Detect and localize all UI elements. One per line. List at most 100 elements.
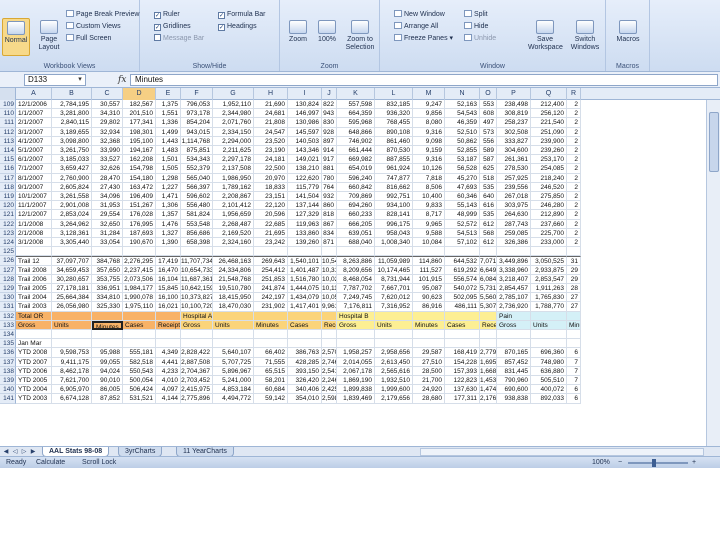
cell[interactable]: 2,297,178 (213, 155, 254, 165)
row-number[interactable]: 124 (0, 238, 16, 248)
cell[interactable]: 2,613,450 (375, 357, 413, 367)
cell[interactable]: 1,357 (156, 210, 181, 220)
cell[interactable]: 557,598 (337, 100, 375, 110)
cell[interactable]: 239,900 (531, 136, 567, 146)
cell[interactable]: 7,621,700 (52, 376, 92, 386)
cell[interactable]: 8,080 (413, 118, 445, 128)
cell[interactable]: 928 (322, 127, 337, 137)
section-total-or-label[interactable]: Total OR (16, 311, 52, 321)
cell[interactable]: 518 (480, 173, 497, 183)
cell[interactable]: 943 (322, 109, 337, 119)
row-number[interactable]: 113 (0, 136, 16, 146)
cell[interactable]: 47,693 (445, 182, 480, 192)
cell[interactable]: 259,085 (497, 228, 531, 238)
cell[interactable]: 871 (322, 238, 337, 248)
cell[interactable]: 238,498 (497, 100, 531, 110)
cell[interactable]: 52,572 (445, 219, 480, 229)
cell[interactable]: 596,602 (181, 192, 213, 202)
cell[interactable]: 10,317 (322, 265, 337, 275)
cell[interactable]: 573 (480, 127, 497, 137)
cell[interactable]: 612 (480, 238, 497, 248)
cell[interactable]: 8/1/2007 (16, 173, 52, 183)
cell[interactable] (254, 311, 288, 321)
cell[interactable] (531, 311, 567, 321)
cell[interactable]: 1,453 (480, 376, 497, 386)
cell[interactable]: 6/1/2007 (16, 155, 52, 165)
cell[interactable]: 2,570 (322, 348, 337, 358)
cell[interactable]: 8,462,178 (52, 366, 92, 376)
cell[interactable]: 182,567 (123, 100, 156, 110)
cell[interactable]: 357,650 (92, 265, 123, 275)
cell[interactable]: 55,143 (445, 201, 480, 211)
cell[interactable] (497, 247, 531, 257)
cell[interactable]: 3,338,960 (497, 265, 531, 275)
row-number[interactable]: 137 (0, 357, 16, 367)
cell[interactable]: 278,530 (497, 164, 531, 174)
cell[interactable]: 141,504 (288, 192, 322, 202)
cell[interactable]: 2,704,367 (181, 366, 213, 376)
cell[interactable]: 33,054 (92, 238, 123, 248)
column-header[interactable]: K (337, 88, 375, 100)
cell[interactable] (181, 247, 213, 257)
cell[interactable]: 2,840,115 (52, 118, 92, 128)
cell[interactable]: 22,120 (254, 201, 288, 211)
cell[interactable]: 239,260 (531, 146, 567, 156)
cell[interactable]: 261,361 (497, 155, 531, 165)
cell[interactable]: 3,449,896 (497, 256, 531, 266)
cell[interactable]: 26,468,163 (213, 256, 254, 266)
cell[interactable]: 23,190 (254, 146, 288, 156)
cell[interactable]: 386,763 (288, 348, 322, 358)
cell[interactable] (375, 339, 413, 349)
cell[interactable]: Cases (288, 320, 322, 330)
cell[interactable]: 1,474 (480, 385, 497, 395)
cell[interactable]: 326,420 (288, 376, 322, 386)
cell[interactable]: 254,412 (254, 265, 288, 275)
cell[interactable]: 99,055 (92, 357, 123, 367)
cell[interactable] (413, 247, 445, 257)
cell[interactable]: 6 (567, 348, 581, 358)
column-header[interactable]: H (254, 88, 288, 100)
column-header[interactable]: F (181, 88, 213, 100)
cell[interactable]: 1,227 (156, 182, 181, 192)
column-header[interactable]: N (445, 88, 480, 100)
cell[interactable]: 23,151 (254, 192, 288, 202)
cell[interactable]: 2,176 (480, 394, 497, 404)
zoom-slider[interactable] (628, 462, 688, 464)
cell[interactable] (52, 339, 92, 349)
cell[interactable]: Minutes (254, 320, 288, 330)
cell[interactable]: 1,789,162 (213, 182, 254, 192)
cell[interactable]: 5,560 (480, 293, 497, 303)
cell[interactable]: 2,294,000 (213, 136, 254, 146)
cell[interactable]: 225,700 (531, 228, 567, 238)
new-window-button[interactable]: New Window (394, 10, 445, 20)
cell[interactable]: 2,071,760 (213, 118, 254, 128)
cell[interactable]: 589 (480, 146, 497, 156)
cell[interactable]: 33,990 (92, 146, 123, 156)
cell[interactable]: 176,028 (123, 210, 156, 220)
cell[interactable] (413, 339, 445, 349)
cell[interactable]: 10,084 (413, 238, 445, 248)
cell[interactable]: 4,233 (156, 366, 181, 376)
cell[interactable]: 870,530 (375, 146, 413, 156)
cell[interactable]: 1,990,078 (123, 293, 156, 303)
cell[interactable]: 648,866 (337, 127, 375, 137)
cell[interactable]: 237,660 (531, 219, 567, 229)
cell[interactable]: 154,180 (123, 173, 156, 183)
cell[interactable]: 119,963 (288, 219, 322, 229)
cell[interactable]: 31 (567, 256, 581, 266)
cell[interactable]: Minutes (92, 320, 123, 330)
cell[interactable]: 6 (567, 385, 581, 395)
cell[interactable]: 325,330 (92, 302, 123, 312)
cell[interactable]: 32,650 (92, 219, 123, 229)
cell[interactable]: 2,137,508 (213, 164, 254, 174)
cell[interactable]: 2,246 (322, 376, 337, 386)
cell[interactable]: 768,455 (375, 118, 413, 128)
cell[interactable]: 18,415,950 (213, 293, 254, 303)
cell[interactable]: 29 (567, 274, 581, 284)
cell[interactable]: 10,542 (322, 256, 337, 266)
cell[interactable]: 177,341 (123, 118, 156, 128)
cell[interactable]: 581,824 (181, 210, 213, 220)
cell[interactable]: 115,779 (288, 182, 322, 192)
cell[interactable]: 34,096 (92, 192, 123, 202)
cell[interactable]: 28,500 (413, 366, 445, 376)
